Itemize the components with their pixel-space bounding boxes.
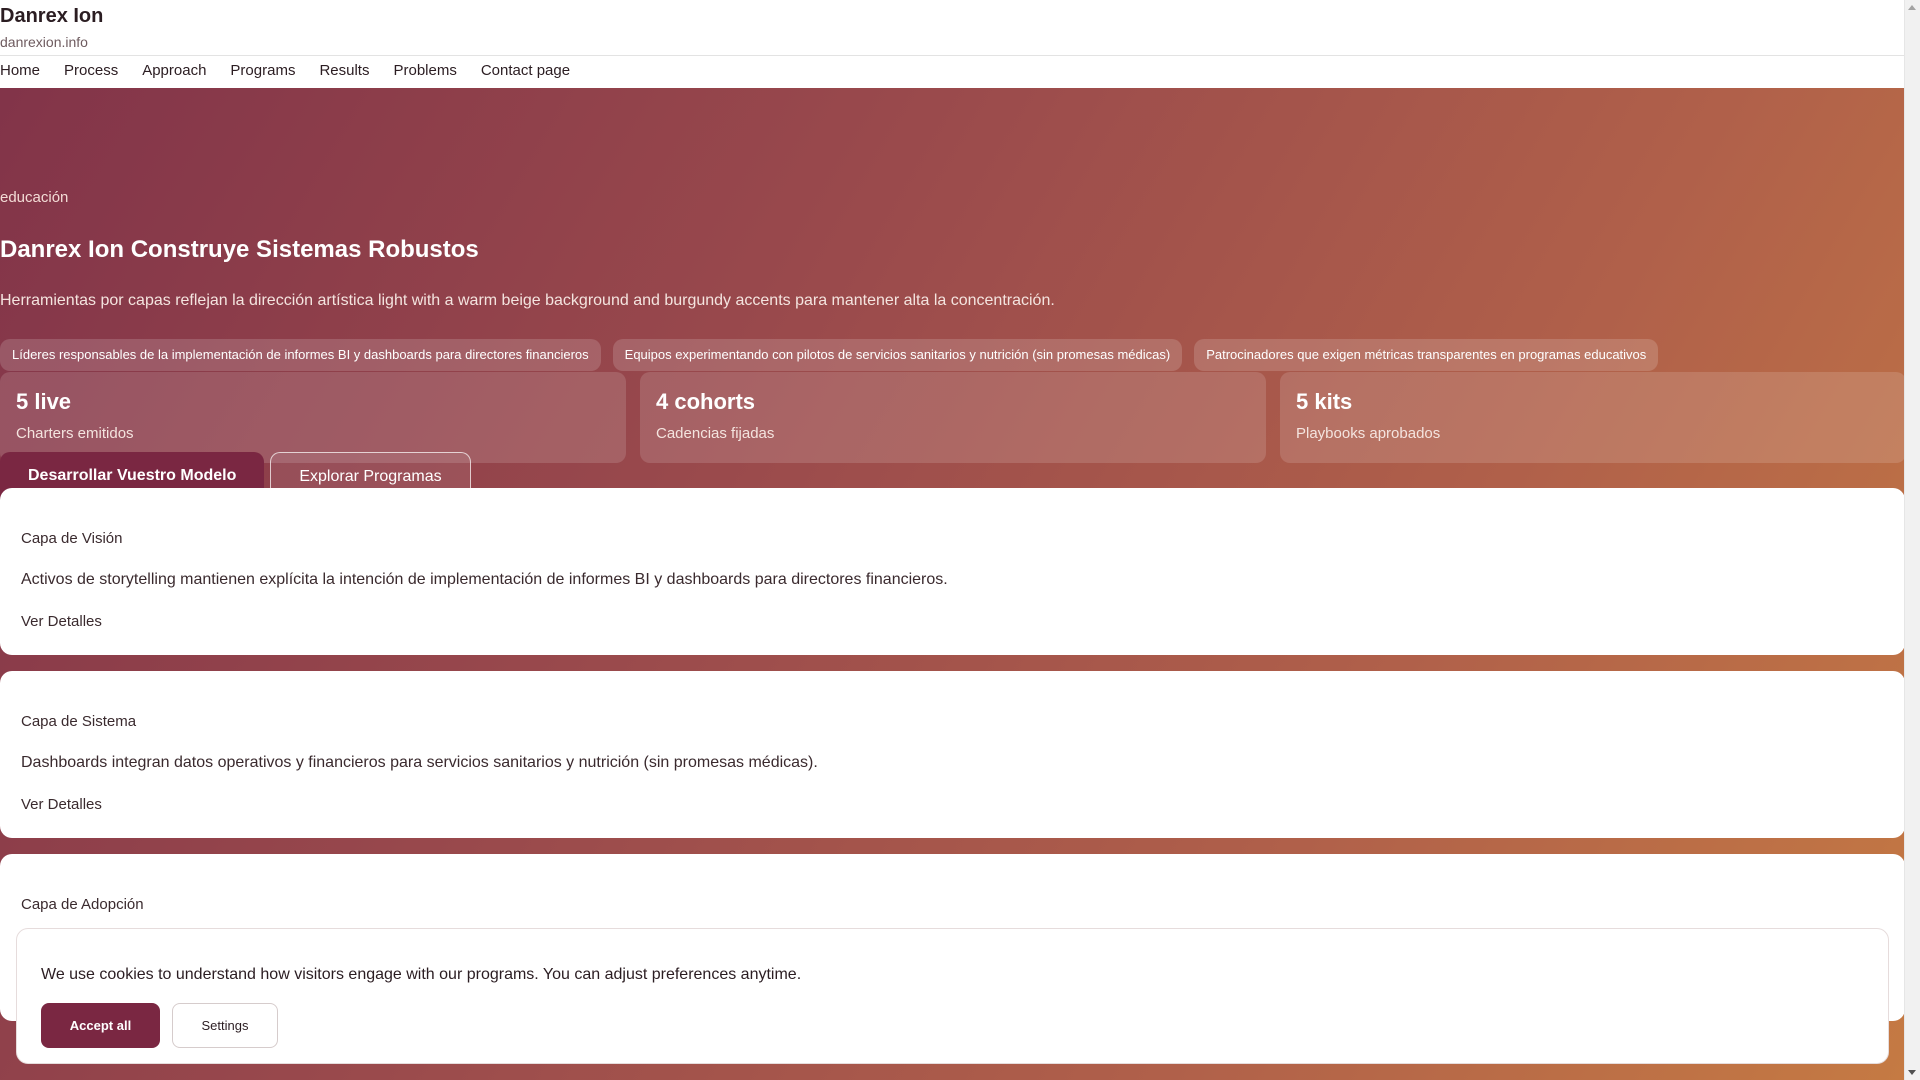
scroll-up-arrow-icon[interactable] — [1908, 5, 1916, 10]
cookie-settings-button[interactable]: Settings — [172, 1003, 278, 1048]
stat-label: Playbooks aprobados — [1296, 425, 1441, 442]
nav-results[interactable]: Results — [319, 62, 369, 79]
hero-eyebrow: educación — [0, 189, 69, 206]
nav-home[interactable]: Home — [0, 62, 40, 79]
layer-title: Capa de Visión — [21, 530, 123, 547]
stat-label: Cadencias fijadas — [656, 425, 775, 442]
cookie-banner: We use cookies to understand how visitor… — [16, 928, 1889, 1064]
layer-title: Capa de Adopción — [21, 896, 144, 913]
audience-chip: Líderes responsables de la implementació… — [0, 339, 601, 371]
nav-programs[interactable]: Programs — [230, 62, 295, 79]
stats-row: 5 live Charters emitidos 4 cohorts Caden… — [0, 372, 1905, 463]
hero-subtitle: Herramientas por capas reflejan la direc… — [0, 292, 1055, 309]
site-title[interactable]: Danrex Ion — [0, 5, 103, 28]
page: Danrex Ion danrexion.info Home Process A… — [0, 0, 1905, 1080]
stat-card: 5 kits Playbooks aprobados — [1280, 372, 1905, 463]
nav-process[interactable]: Process — [64, 62, 118, 79]
audience-chip: Patrocinadores que exigen métricas trans… — [1194, 339, 1659, 371]
nav-contact-page[interactable]: Contact page — [481, 62, 570, 79]
nav-problems[interactable]: Problems — [393, 62, 456, 79]
layer-title: Capa de Sistema — [21, 713, 137, 730]
layer-body: Dashboards integran datos operativos y f… — [21, 754, 818, 771]
hero-title: Danrex Ion Construye Sistemas Robustos — [0, 236, 479, 263]
view-details-link[interactable]: Ver Detalles — [21, 613, 102, 630]
layer-card-system: Capa de Sistema Dashboards integran dato… — [0, 671, 1905, 838]
stat-label: Charters emitidos — [16, 425, 134, 442]
layer-card-vision: Capa de Visión Activos de storytelling m… — [0, 488, 1905, 655]
site-domain: danrexion.info — [0, 34, 88, 50]
cookie-message: We use cookies to understand how visitor… — [41, 966, 802, 983]
view-details-link[interactable]: Ver Detalles — [21, 796, 102, 813]
nav-divider — [0, 55, 1905, 56]
audience-chips: Líderes responsables de la implementació… — [0, 339, 1659, 371]
layer-body: Activos de storytelling mantienen explíc… — [21, 571, 948, 588]
main-nav: Home Process Approach Programs Results P… — [0, 62, 570, 79]
page-scrollbar[interactable] — [1904, 0, 1920, 1080]
stat-value: 4 cohorts — [656, 389, 756, 414]
stat-card: 4 cohorts Cadencias fijadas — [640, 372, 1266, 463]
scroll-down-arrow-icon[interactable] — [1908, 1070, 1916, 1075]
nav-approach[interactable]: Approach — [142, 62, 206, 79]
stat-card: 5 live Charters emitidos — [0, 372, 626, 463]
audience-chip: Equipos experimentando con pilotos de se… — [612, 339, 1183, 371]
stat-value: 5 live — [16, 389, 72, 414]
site-header: Danrex Ion danrexion.info Home Process A… — [0, 0, 1905, 89]
stat-value: 5 kits — [1296, 389, 1353, 414]
accept-all-button[interactable]: Accept all — [41, 1003, 160, 1048]
